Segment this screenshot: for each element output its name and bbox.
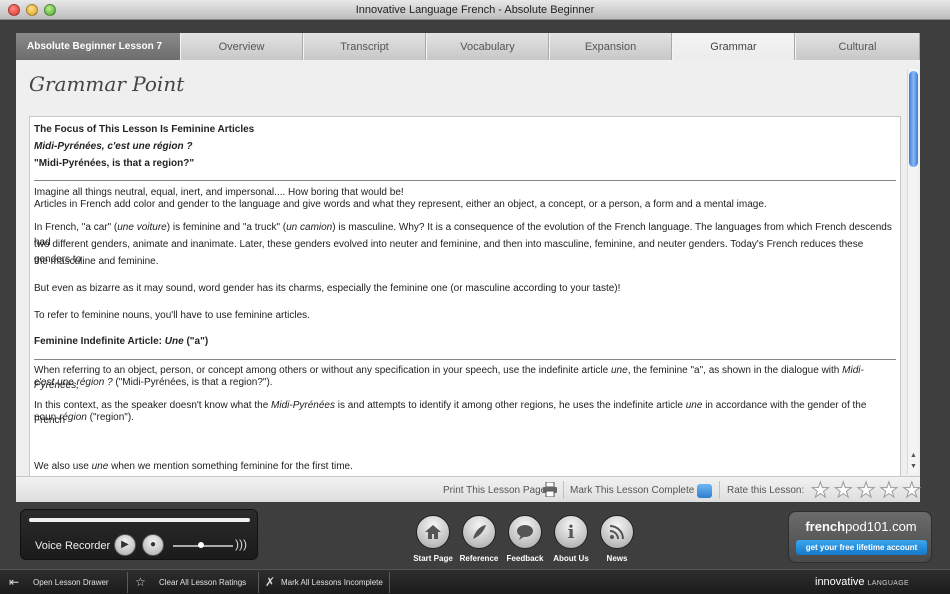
french-term: c'est une région ? (34, 377, 113, 388)
paragraph-line: the masculine and feminine. (34, 256, 159, 267)
star-icon[interactable]: ★ (902, 480, 922, 502)
text: ("region"). (86, 412, 134, 423)
play-button[interactable]: ▶ (114, 534, 136, 556)
window-titlebar: Innovative Language French - Absolute Be… (0, 0, 950, 20)
voice-recorder-label: Voice Recorder (35, 540, 111, 552)
tab-transcript[interactable]: Transcript (303, 33, 426, 60)
text: We also use (34, 461, 92, 472)
close-window-button[interactable] (8, 4, 20, 16)
window-title: Innovative Language French - Absolute Be… (355, 4, 595, 16)
lesson-tabs: Absolute Beginner Lesson 7 Overview Tran… (16, 33, 920, 60)
separator (563, 481, 564, 499)
mark-complete-link[interactable]: Mark This Lesson Complete (570, 477, 694, 503)
lesson-complete-checkbox[interactable] (697, 484, 712, 498)
info-icon: i (567, 521, 575, 543)
paragraph-line: We also use une when we mention somethin… (34, 459, 896, 474)
zoom-window-button[interactable] (44, 4, 56, 16)
paragraph-line: To refer to feminine nouns, you'll have … (34, 310, 310, 321)
news-button[interactable]: News (599, 515, 635, 563)
french-sentence: Midi-Pyrénées, c'est une région ? (34, 141, 193, 152)
scroll-down-arrow-icon[interactable]: ▼ (909, 462, 918, 472)
separator (389, 572, 390, 593)
text: ("a") (183, 336, 209, 347)
tab-grammar[interactable]: Grammar (672, 33, 795, 60)
logo-small: LANGUAGE (867, 580, 909, 587)
star-icon[interactable]: ★ (833, 480, 853, 502)
french-term: une (91, 461, 109, 472)
clear-ratings-button[interactable]: Clear All Lesson Ratings (159, 570, 246, 594)
english-sentence: "Midi-Pyrénées, is that a region?" (34, 158, 195, 169)
printer-icon[interactable] (542, 482, 558, 497)
brand-name-rest: pod101.com (845, 519, 917, 534)
open-lesson-drawer-button[interactable]: Open Lesson Drawer (33, 570, 109, 594)
play-icon: ▶ (121, 539, 129, 550)
voice-recorder: Voice Recorder ▶ ● ))) (20, 509, 258, 560)
paragraph-line: But even as bizarre as it may sound, wor… (34, 283, 621, 294)
tab-expansion[interactable]: Expansion (549, 33, 672, 60)
minimize-window-button[interactable] (26, 4, 38, 16)
grammar-panel: Grammar Point The Focus of This Lesson I… (16, 60, 920, 476)
scrollbar-thumb[interactable] (909, 71, 918, 167)
record-button[interactable]: ● (142, 534, 164, 556)
content-scrollbar[interactable]: ▲ ▼ (907, 69, 918, 474)
separator (719, 481, 720, 499)
speech-bubble-icon (517, 525, 533, 540)
home-icon (425, 525, 441, 539)
section-subheading: Feminine Indefinite Article: Une ("a") (34, 334, 896, 349)
volume-slider-knob[interactable] (198, 542, 205, 548)
paragraph-line: noun région ("region"). (34, 410, 896, 425)
bottom-toolbar: ⇤ Open Lesson Drawer ☆ Clear All Lesson … (0, 569, 950, 594)
tab-overview[interactable]: Overview (180, 33, 303, 60)
lesson-actions-bar: Print This Lesson Page Mark This Lesson … (16, 476, 922, 503)
page-title: Grammar Point (29, 72, 185, 96)
french-term: Une (164, 336, 184, 347)
divider (34, 180, 896, 181)
innovative-language-logo: innovative LANGUAGE (815, 576, 909, 588)
paragraph-line: Articles in French add color and gender … (34, 199, 767, 210)
separator (258, 572, 259, 593)
window-controls (8, 4, 56, 16)
text: In French, "a car" ( (34, 222, 118, 233)
text: ("Midi-Pyrénées, is that a region?"). (112, 377, 273, 388)
star-icon[interactable]: ★ (811, 480, 831, 502)
tab-cultural[interactable]: Cultural (795, 33, 920, 60)
news-label: News (606, 554, 628, 563)
lesson-title-tab: Absolute Beginner Lesson 7 (16, 33, 180, 60)
record-icon: ● (149, 539, 157, 550)
star-icon[interactable]: ★ (856, 480, 876, 502)
print-lesson-link[interactable]: Print This Lesson Page (443, 477, 546, 503)
mark-all-incomplete-button[interactable]: Mark All Lessons Incomplete (281, 570, 383, 594)
rate-lesson-label: Rate this Lesson: (727, 485, 805, 496)
free-account-button[interactable]: get your free lifetime account (796, 540, 927, 555)
x-mark-icon[interactable]: ✗ (265, 575, 275, 589)
star-icon[interactable]: ★ (879, 480, 899, 502)
logo-main: innovative (815, 576, 865, 588)
drawer-icon[interactable]: ⇤ (9, 575, 19, 589)
text: when we mention something feminine for t… (108, 461, 353, 472)
recording-progress-bar (29, 518, 250, 522)
tab-vocabulary[interactable]: Vocabulary (426, 33, 549, 60)
text: ) is feminine and "a truck" ( (166, 222, 287, 233)
french-term: une voiture (117, 222, 167, 233)
rating-stars: ★ ★ ★ ★ ★ (811, 480, 922, 502)
french-term: région (59, 412, 87, 423)
divider (34, 359, 896, 360)
star-outline-icon[interactable]: ☆ (135, 575, 146, 589)
paragraph-line: c'est une région ? ("Midi-Pyrénées, is t… (34, 375, 896, 390)
brand-logo[interactable]: frenchpod101.com (789, 519, 933, 534)
speaker-volume-icon: ))) (235, 537, 247, 551)
grammar-content: The Focus of This Lesson Is Feminine Art… (29, 116, 901, 476)
separator (127, 572, 128, 593)
text: noun (34, 412, 60, 423)
lesson-focus-heading: The Focus of This Lesson Is Feminine Art… (34, 124, 255, 135)
brand-name-bold: french (805, 519, 846, 534)
text: Feminine Indefinite Article: (34, 336, 165, 347)
scroll-up-arrow-icon[interactable]: ▲ (909, 451, 918, 461)
rss-icon (609, 525, 624, 540)
feather-icon (473, 525, 486, 539)
french-term: un camion (286, 222, 333, 233)
frenchpod-promo: frenchpod101.com get your free lifetime … (788, 511, 932, 563)
